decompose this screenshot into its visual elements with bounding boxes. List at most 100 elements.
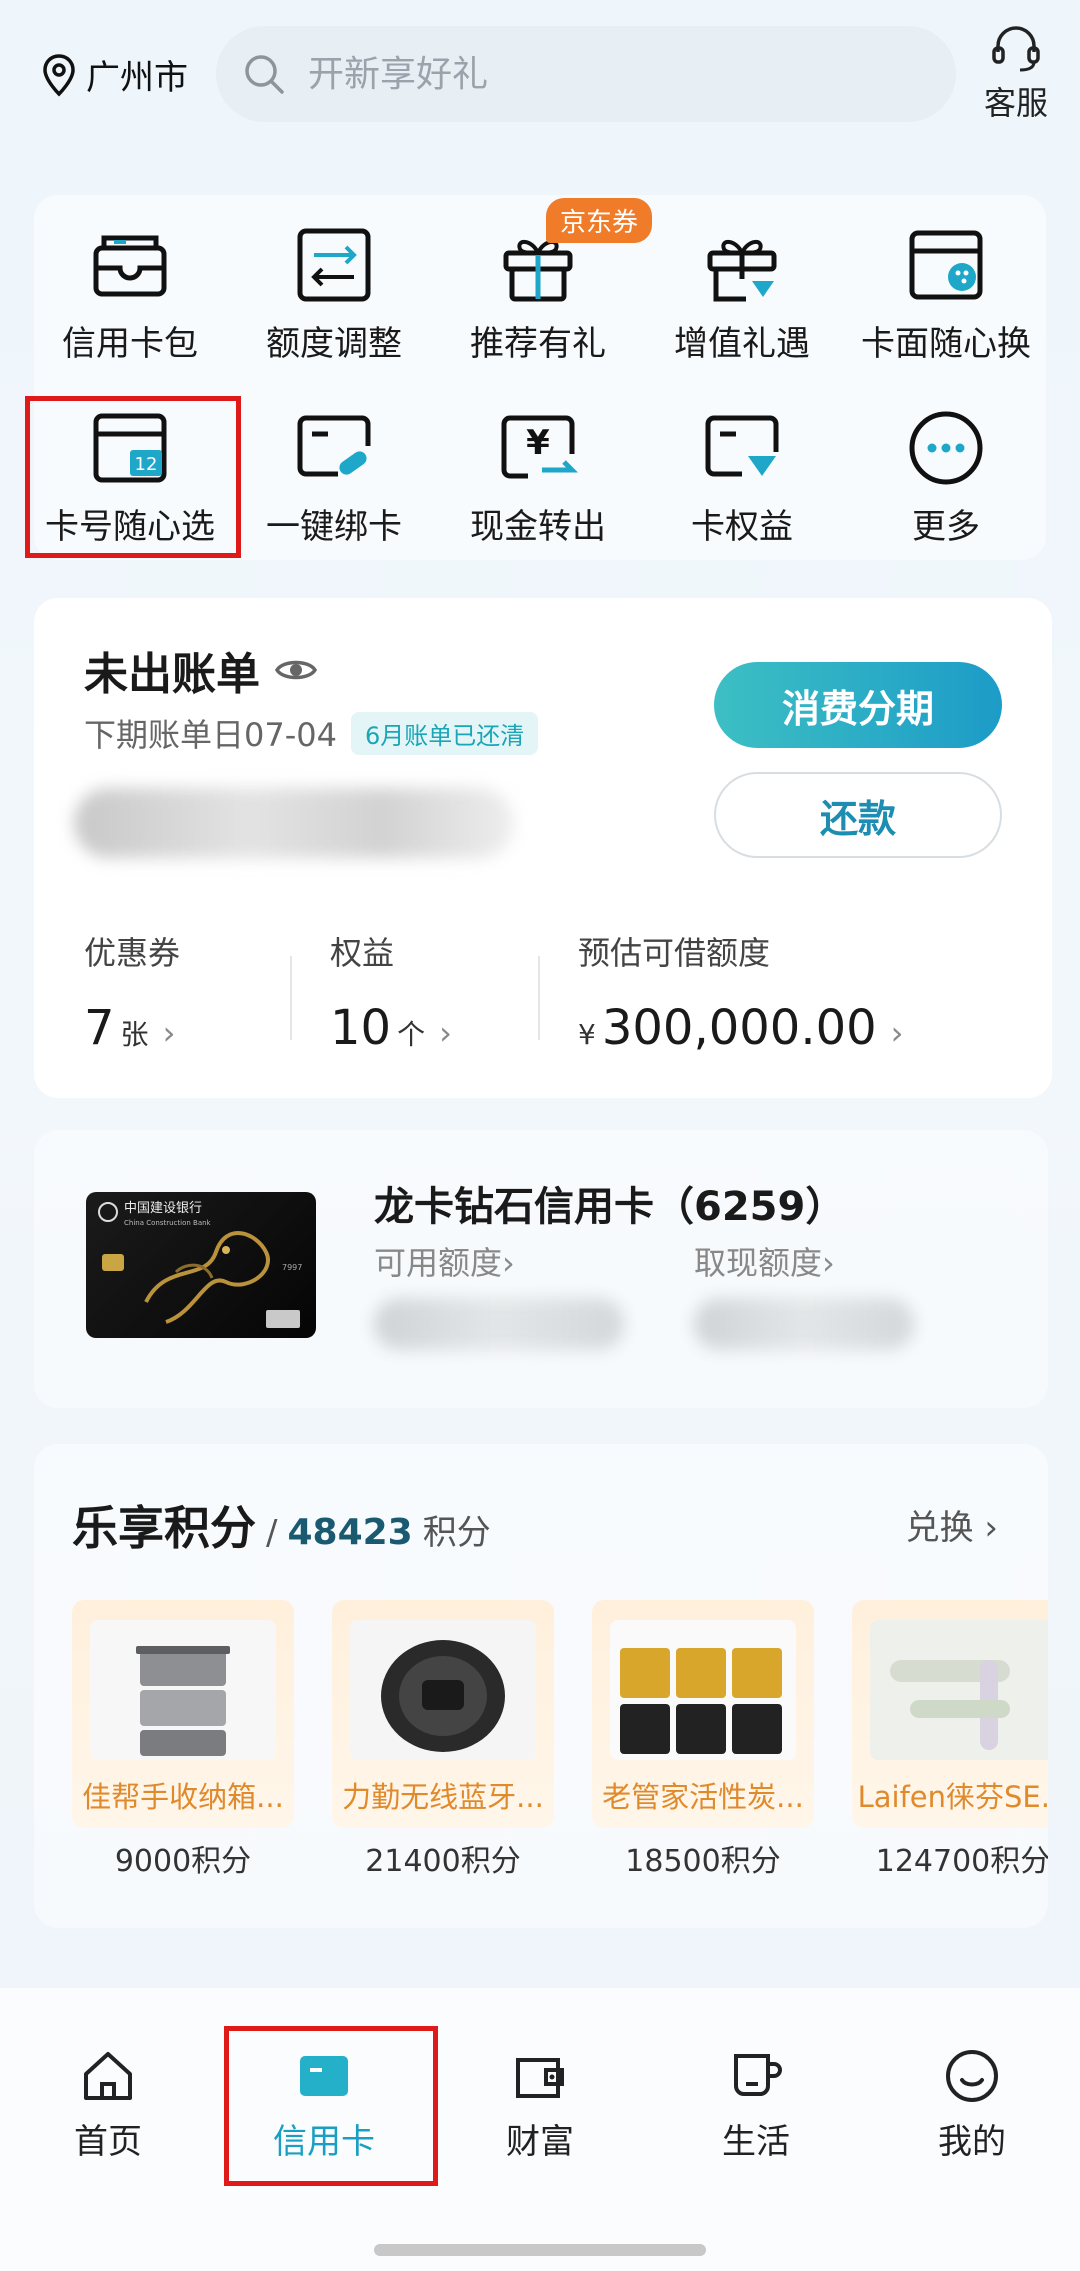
tab-label: 我的 — [938, 2122, 1006, 2162]
available-limit-link[interactable]: 可用额度› — [374, 1238, 515, 1284]
headset-icon — [992, 26, 1040, 72]
hidden-cash-amount — [694, 1298, 914, 1350]
menu-item-referral-gift[interactable]: 推荐有礼 — [438, 222, 638, 365]
unbilled-title: 未出账单 — [84, 649, 260, 700]
product-name: 佳帮手收纳箱... — [82, 1780, 284, 1814]
menu-item-label: 现金转出 — [470, 507, 606, 547]
divider — [538, 956, 540, 1040]
tab-label: 财富 — [506, 2122, 574, 2162]
tab-life[interactable]: 生活 — [676, 2048, 836, 2163]
product-card[interactable]: 佳帮手收纳箱... — [72, 1600, 294, 1828]
product-name: Laifen徕芬SE... — [857, 1780, 1048, 1814]
highlight-box-card-number — [25, 396, 241, 558]
search-icon — [245, 55, 284, 94]
card-benefit-icon — [705, 415, 779, 477]
stat-benefits[interactable]: 权益 10 个 › — [330, 928, 452, 1056]
stat-coupons[interactable]: 优惠券 7 张 › — [84, 928, 180, 1056]
location-pin-icon — [43, 53, 75, 96]
menu-item-label: 卡面随心换 — [861, 324, 1031, 364]
smile-icon — [946, 2050, 998, 2102]
eye-icon[interactable] — [274, 655, 318, 685]
points-value: 48423 — [287, 1512, 413, 1553]
home-icon — [84, 2052, 132, 2100]
chevron-right-icon: › — [890, 1014, 904, 1052]
menu-item-card-face[interactable]: 卡面随心换 — [846, 222, 1046, 365]
card-name: 龙卡钻石信用卡（6259） — [374, 1184, 846, 1230]
card-palette-icon — [909, 230, 983, 300]
points-section: 乐享积分 / 48423 积分 兑换 › 佳帮手收纳箱... 9000积分 力勤… — [34, 1444, 1048, 1928]
cash-limit-label: 取现额度 — [694, 1244, 823, 1282]
customer-service-button[interactable]: 客服 — [975, 22, 1057, 124]
more-icon — [909, 411, 983, 485]
customer-service-label: 客服 — [983, 84, 1048, 122]
menu-item-cash-out[interactable]: ¥ 现金转出 — [438, 405, 638, 548]
card-tail-number: 7997 — [282, 1263, 302, 1272]
repay-button[interactable]: 还款 — [714, 772, 1002, 858]
menu-item-label: 额度调整 — [266, 324, 402, 364]
stat-label: 权益 — [330, 934, 395, 972]
chevron-right-icon: › — [502, 1244, 515, 1282]
points-unit: 积分 — [422, 1513, 491, 1553]
product-points: 9000积分 — [114, 1844, 252, 1879]
menu-item-card-wallet[interactable]: 信用卡包 — [30, 222, 230, 365]
search-bar[interactable] — [216, 26, 956, 122]
tab-label: 首页 — [74, 2122, 142, 2162]
product-card[interactable]: 老管家活性炭... — [592, 1600, 814, 1828]
menu-item-label: 推荐有礼 — [470, 324, 606, 364]
stat-borrow-limit[interactable]: 预估可借额度 ¥300,000.00 › — [578, 928, 903, 1056]
product-card[interactable]: 力勤无线蓝牙... — [332, 1600, 554, 1828]
cash-out-icon: ¥ — [501, 415, 578, 479]
menu-item-limit-adjust[interactable]: 额度调整 — [234, 222, 434, 365]
menu-item-value-added[interactable]: 增值礼遇 — [642, 222, 842, 365]
home-indicator — [374, 2244, 706, 2256]
location-selector[interactable]: 广州市 — [42, 50, 188, 99]
menu-item-more[interactable]: 更多 — [846, 405, 1046, 548]
chevron-right-icon: › — [822, 1244, 835, 1282]
product-image-charcoal — [610, 1620, 796, 1760]
tab-label: 生活 — [722, 2122, 790, 2162]
credit-card-info[interactable]: 中国建设银行 China Construction Bank 7997 龙卡钻石… — [34, 1130, 1048, 1408]
menu-item-label: 信用卡包 — [62, 324, 198, 364]
stat-label: 预估可借额度 — [578, 934, 771, 972]
limit-adjust-icon — [297, 228, 371, 302]
stat-value: 300,000.00 — [601, 1000, 877, 1056]
divider — [290, 956, 292, 1040]
menu-item-bind-card[interactable]: 一键绑卡 — [234, 405, 434, 548]
installment-button[interactable]: 消费分期 — [714, 662, 1002, 748]
jd-coupon-badge: 京东券 — [546, 198, 653, 243]
card-bank-name-en: China Construction Bank — [124, 1219, 212, 1227]
search-input[interactable] — [308, 53, 888, 95]
stat-label: 优惠券 — [84, 934, 181, 972]
cash-limit-link[interactable]: 取现额度› — [694, 1238, 835, 1284]
exchange-link[interactable]: 兑换 › — [906, 1500, 998, 1549]
chevron-right-icon: › — [162, 1014, 176, 1052]
product-name: 老管家活性炭... — [602, 1780, 804, 1814]
product-points: 21400积分 — [365, 1844, 521, 1879]
tab-mine[interactable]: 我的 — [892, 2048, 1052, 2163]
unbilled-card: 未出账单 下期账单日07-04 6月账单已还清 消费分期 还款 优惠券 7 张 › … — [34, 598, 1052, 1098]
product-image-storage-box — [90, 1620, 276, 1760]
bottom-nav: 首页 信用卡 财富 生活 我的 — [0, 1988, 1080, 2271]
stat-unit: 张 — [120, 1018, 149, 1051]
paid-status-tag: 6月账单已还清 — [351, 711, 539, 755]
product-image-speaker — [350, 1620, 536, 1760]
product-points: 124700积分 — [875, 1844, 1048, 1879]
tab-home[interactable]: 首页 — [28, 2048, 188, 2163]
hidden-amount — [74, 788, 514, 858]
dragon-card-art: 中国建设银行 China Construction Bank 7997 — [98, 1201, 302, 1328]
cup-icon — [734, 2054, 782, 2096]
points-separator: / — [266, 1513, 278, 1553]
product-image-hair-dryer — [870, 1620, 1048, 1760]
gift-diamond-icon — [707, 240, 777, 302]
menu-item-label: 卡权益 — [691, 507, 793, 547]
menu-item-label: 增值礼遇 — [674, 324, 810, 364]
product-card[interactable]: Laifen徕芬SE... — [852, 1600, 1048, 1828]
menu-item-card-benefits[interactable]: 卡权益 — [642, 405, 842, 548]
currency-symbol: ¥ — [578, 1018, 596, 1051]
tab-wealth[interactable]: 财富 — [460, 2048, 620, 2163]
chevron-right-icon: › — [984, 1508, 998, 1548]
highlight-box-credit-card-tab — [224, 2026, 438, 2186]
next-bill-date: 下期账单日07-04 — [84, 716, 337, 754]
points-title: 乐享积分 — [72, 1501, 256, 1555]
wallet-icon — [516, 2058, 564, 2098]
